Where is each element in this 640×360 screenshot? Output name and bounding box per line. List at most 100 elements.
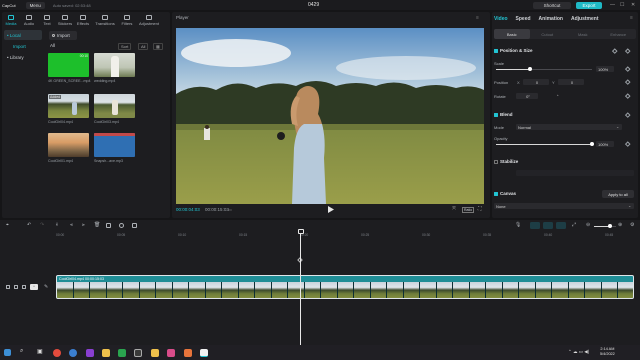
preview-axis-toggle[interactable]: [556, 222, 566, 229]
magnet-toggle[interactable]: [530, 222, 540, 229]
media-thumb-green-screen[interactable]: 00:10: [48, 53, 89, 77]
pos-y-input[interactable]: 0: [558, 79, 584, 85]
media-thumb-coolgirl01[interactable]: [48, 133, 89, 157]
reverse-icon[interactable]: [119, 223, 124, 228]
rotate-dial-icon[interactable]: ◔: [556, 93, 559, 98]
tab-adjustment[interactable]: Adjustment: [136, 12, 162, 27]
tab-media[interactable]: Media: [2, 12, 20, 27]
app-pink-icon[interactable]: [167, 348, 175, 357]
video-preview[interactable]: [176, 28, 484, 204]
edge-icon[interactable]: [69, 348, 77, 357]
scale-slider-knob[interactable]: [527, 67, 532, 71]
filter-button[interactable]: All: [138, 43, 149, 50]
apply-to-all-button[interactable]: Apply to all: [602, 190, 634, 198]
tab-audio[interactable]: Audio: [20, 12, 38, 27]
task-view-icon[interactable]: ▣: [37, 348, 43, 355]
app-purple-icon[interactable]: [86, 348, 94, 357]
app-dark-icon[interactable]: [134, 348, 142, 357]
edit-cover-icon[interactable]: ✎: [44, 284, 48, 290]
tab-text[interactable]: Text: [38, 12, 56, 27]
zoom-slider-knob[interactable]: [608, 224, 612, 228]
keyframe-icon[interactable]: [612, 48, 618, 54]
subtab-enhance[interactable]: Enhance: [601, 29, 637, 39]
track-audio-icon[interactable]: [22, 285, 26, 289]
close-button[interactable]: ✕: [631, 2, 635, 8]
undo-icon[interactable]: ↶: [27, 222, 31, 228]
select-tool-icon[interactable]: ⌖: [6, 222, 9, 228]
play-icon[interactable]: [328, 206, 334, 213]
nav-import[interactable]: Import: [4, 41, 42, 51]
tab-animation[interactable]: Animation: [539, 16, 563, 22]
media-thumb-coolgirl04[interactable]: Added: [48, 94, 89, 118]
zoom-slider[interactable]: [594, 224, 616, 228]
maximize-button[interactable]: ☐: [620, 2, 624, 8]
grid-view-button[interactable]: ▦: [153, 43, 163, 50]
microphone-icon[interactable]: 🎙: [515, 222, 521, 228]
search-icon[interactable]: ⌕: [20, 348, 23, 355]
tab-video[interactable]: Video: [494, 16, 508, 22]
nav-local[interactable]: • Local: [4, 30, 42, 40]
tab-transitions[interactable]: Transitions: [92, 12, 118, 27]
tab-stickers[interactable]: Stickers: [56, 12, 74, 27]
rotate-input[interactable]: 0°: [516, 93, 538, 99]
opacity-input[interactable]: 100%: [596, 141, 614, 147]
file-explorer-icon[interactable]: [102, 348, 110, 357]
canvas-checkbox[interactable]: [494, 191, 498, 196]
cover-button[interactable]: ⌂: [30, 284, 38, 290]
opacity-slider[interactable]: [496, 142, 594, 146]
position-keyframe-icon[interactable]: [625, 79, 631, 85]
scale-slider[interactable]: [496, 67, 592, 71]
split-left-icon[interactable]: ⫷: [70, 222, 73, 228]
delete-icon[interactable]: 🗑: [94, 222, 100, 228]
zoom-out-icon[interactable]: ⊖: [586, 222, 590, 228]
freeze-icon[interactable]: [106, 223, 111, 228]
player-menu-icon[interactable]: ≡: [476, 15, 479, 21]
zoom-fit-icon[interactable]: ⤢: [572, 222, 576, 228]
position-size-checkbox[interactable]: [494, 48, 498, 53]
tab-filters[interactable]: Filters: [118, 12, 136, 27]
sort-button[interactable]: Sort: [118, 43, 132, 50]
mode-select[interactable]: Normal: [516, 124, 622, 130]
stabilize-checkbox[interactable]: [494, 159, 498, 164]
tab-adjustment[interactable]: Adjustment: [571, 16, 599, 22]
subtab-cutout[interactable]: Cutout: [530, 29, 566, 39]
track-lock-icon[interactable]: [6, 285, 10, 289]
time-ruler[interactable]: 00:00 00:05 00:10 00:15 00:20 00:25 00:30 00:35…: [56, 232, 640, 240]
start-icon[interactable]: [4, 348, 11, 356]
media-thumb-wedding[interactable]: [94, 53, 135, 77]
rotate-keyframe-icon[interactable]: [625, 93, 631, 99]
media-thumb-coolgirl03[interactable]: [94, 94, 135, 118]
fullscreen-fit-icon[interactable]: ⤧: [452, 206, 456, 212]
crop-icon[interactable]: [132, 223, 137, 228]
pos-x-input[interactable]: 0: [523, 79, 549, 85]
menu-button[interactable]: Menu: [25, 1, 45, 9]
system-clock[interactable]: 2:14 AM 5/4/2022: [600, 347, 615, 357]
timecode-settings-icon[interactable]: ▭: [228, 207, 232, 212]
redo-icon[interactable]: ↷: [40, 222, 44, 228]
folder-icon[interactable]: [151, 348, 159, 357]
import-button[interactable]: Import: [49, 31, 77, 40]
canvas-select[interactable]: None: [494, 203, 634, 209]
capcut-taskbar-icon[interactable]: [200, 348, 208, 357]
playhead[interactable]: [297, 229, 304, 345]
tab-speed[interactable]: Speed: [516, 16, 531, 22]
track-visibility-icon[interactable]: [14, 285, 18, 289]
app-green-icon[interactable]: [118, 348, 126, 357]
playhead-handle[interactable]: [297, 229, 304, 234]
scale-input[interactable]: 100%: [596, 66, 614, 72]
app-orange-icon[interactable]: [184, 348, 192, 357]
fullscreen-icon[interactable]: ⛶: [478, 206, 482, 212]
ratio-button[interactable]: Ratio: [462, 207, 475, 213]
reset-keyframe-icon[interactable]: [625, 48, 631, 54]
shortcut-button[interactable]: Shortcut: [533, 1, 571, 9]
minimize-button[interactable]: —: [610, 2, 615, 8]
timeline-settings-icon[interactable]: ⚙: [630, 222, 634, 228]
panel-menu-icon[interactable]: ≡: [630, 15, 633, 21]
tray-icons[interactable]: ⌃ ☁ ▭ ◀): [568, 349, 589, 355]
blend-reset-icon[interactable]: [625, 112, 631, 118]
subtab-basic[interactable]: Basic: [494, 29, 530, 39]
tab-effects[interactable]: Effects: [74, 12, 92, 27]
subtab-mask[interactable]: Mask: [565, 29, 601, 39]
export-button[interactable]: Export: [576, 1, 602, 9]
opacity-keyframe-icon[interactable]: [625, 141, 631, 147]
